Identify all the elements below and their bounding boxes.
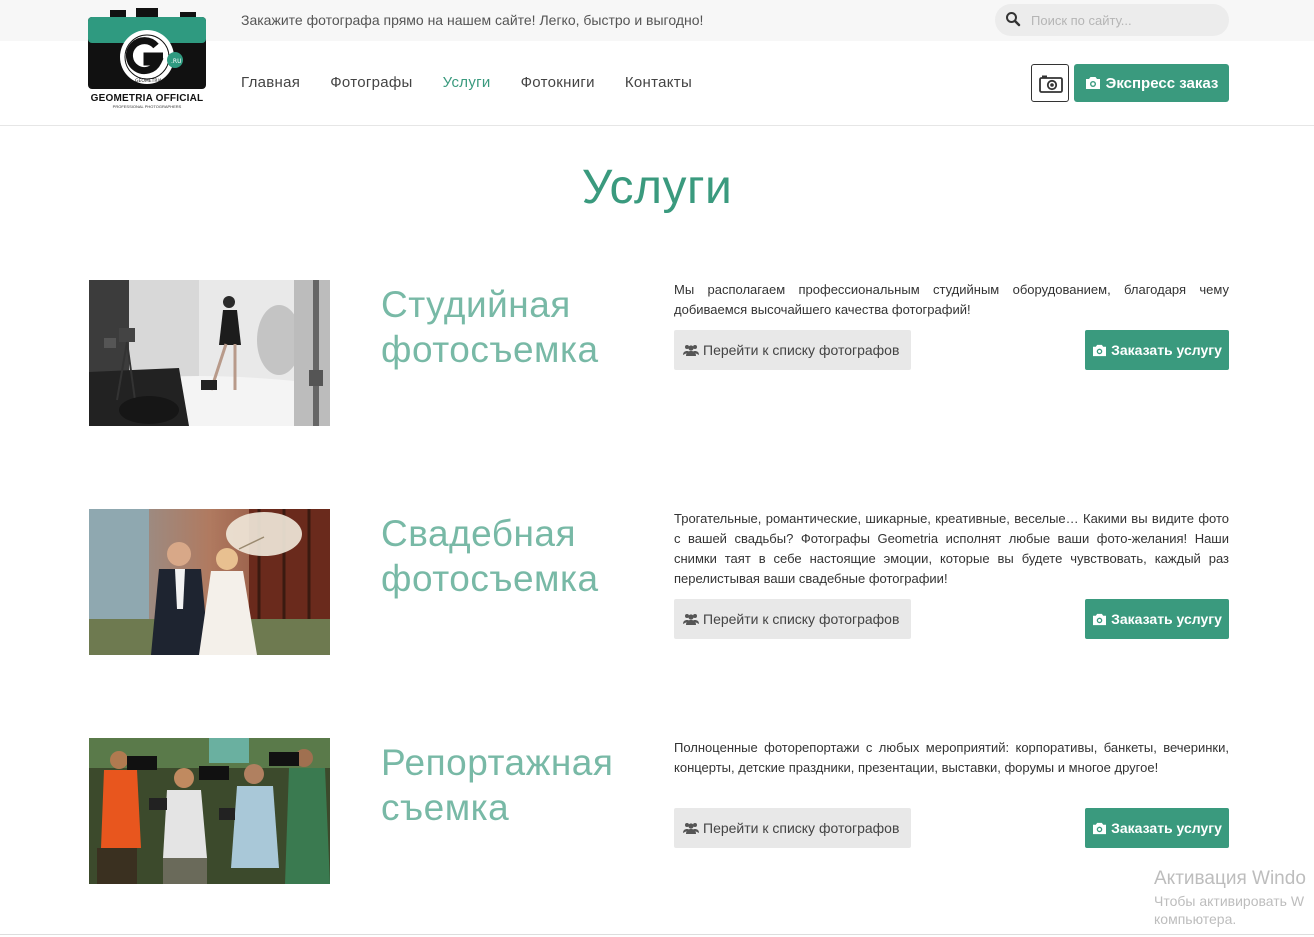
order-service-label: Заказать услугу — [1111, 820, 1222, 836]
logo-subtext: PROFESSIONAL PHOTOGRAPHERS — [112, 104, 182, 109]
service-title-line1: Студийная — [381, 284, 571, 325]
order-service-button[interactable]: Заказать услугу — [1085, 330, 1229, 370]
camera-icon — [1093, 822, 1107, 834]
order-service-label: Заказать услугу — [1111, 342, 1222, 358]
service-title-line1: Свадебная — [381, 513, 577, 554]
windows-activation-watermark: Активация Windo Чтобы активировать W ком… — [1154, 868, 1306, 927]
service-title-line2: фотосъемка — [381, 558, 599, 599]
nav-services[interactable]: Услуги — [443, 74, 491, 91]
service-wedding: Свадебная фотосъемка Трогательные, роман… — [0, 509, 1314, 659]
users-icon — [683, 823, 699, 834]
tagline: Закажите фотографа прямо на нашем сайте!… — [241, 12, 704, 28]
photographers-list-label: Перейти к списку фотографов — [703, 342, 900, 358]
search-icon[interactable] — [1005, 11, 1021, 27]
service-title: Репортажная съемка — [381, 740, 651, 830]
photo-camera-icon — [1039, 75, 1063, 93]
service-studio: Студийная фотосъемка Мы располагаем проф… — [0, 280, 1314, 430]
service-reportage: Репортажная съемка Полноценные фоторепор… — [0, 738, 1314, 888]
search-box[interactable] — [995, 4, 1229, 36]
main-nav: Главная Фотографы Услуги Фотокниги Конта… — [241, 74, 692, 91]
nav-contacts[interactable]: Контакты — [625, 74, 692, 91]
photographers-list-button[interactable]: Перейти к списку фотографов — [674, 330, 911, 370]
service-title-line2: съемка — [381, 787, 510, 828]
page-title: Услуги — [581, 161, 733, 214]
photographers-list-label: Перейти к списку фотографов — [703, 611, 900, 627]
service-title-line1: Репортажная — [381, 742, 614, 783]
watermark-line2: Чтобы активировать W — [1154, 893, 1305, 909]
photographers-list-button[interactable]: Перейти к списку фотографов — [674, 808, 911, 848]
nav-photobooks[interactable]: Фотокниги — [521, 74, 595, 91]
camera-icon — [1093, 613, 1107, 625]
nav-photographers[interactable]: Фотографы — [330, 74, 412, 91]
users-icon — [683, 614, 699, 625]
service-description: Мы располагаем профессиональным студийны… — [674, 282, 1229, 317]
users-icon — [683, 345, 699, 356]
studio-photo — [89, 280, 330, 426]
express-order-label: Экспресс заказ — [1105, 74, 1219, 92]
order-service-label: Заказать услугу — [1111, 611, 1222, 627]
nav-home[interactable]: Главная — [241, 74, 300, 91]
express-order-button[interactable]: Экспресс заказ — [1074, 64, 1229, 102]
reportage-photo — [89, 738, 330, 884]
service-title: Студийная фотосъемка — [381, 282, 651, 372]
camera-button[interactable] — [1031, 64, 1069, 102]
svg-text:.RU: .RU — [171, 58, 181, 65]
wedding-photo — [89, 509, 330, 655]
camera-icon — [1085, 77, 1100, 89]
service-description: Полноценные фоторепортажи с любых меропр… — [674, 740, 1229, 775]
watermark-line1: Активация Windo — [1154, 868, 1306, 889]
svg-text:GEOMETRIA: GEOMETRIA — [135, 78, 163, 84]
photographers-list-button[interactable]: Перейти к списку фотографов — [674, 599, 911, 639]
service-title: Свадебная фотосъемка — [381, 511, 651, 601]
order-service-button[interactable]: Заказать услугу — [1085, 599, 1229, 639]
order-service-button[interactable]: Заказать услугу — [1085, 808, 1229, 848]
watermark-line3: компьютера. — [1154, 911, 1237, 927]
service-title-line2: фотосъемка — [381, 329, 599, 370]
photographers-list-label: Перейти к списку фотографов — [703, 820, 900, 836]
bottom-divider — [0, 934, 1314, 935]
service-description: Трогательные, романтические, шикарные, к… — [674, 511, 1229, 586]
search-input[interactable] — [1031, 10, 1216, 30]
logo-text: GEOMETRIA OFFICIAL — [90, 93, 204, 104]
camera-icon — [1093, 344, 1107, 356]
